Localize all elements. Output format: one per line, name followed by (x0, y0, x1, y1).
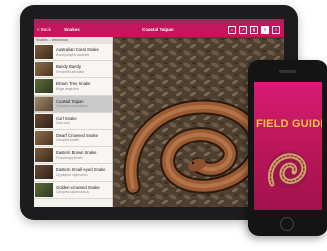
list-item[interactable]: Australian Coral Snake Brachyurophis aus… (34, 44, 112, 62)
phone-speaker (279, 70, 296, 73)
species-scientific-name: Oxyuranus scutellatus (56, 104, 88, 109)
species-name: Eastern Small-eyed Snake (56, 167, 106, 173)
species-list: Snakes – venomous Australian Coral Snake… (34, 37, 113, 207)
list-item[interactable]: Bandy Bandy Vermicella annulata (34, 61, 112, 79)
species-scientific-name: Cacophis squamulosus (56, 190, 89, 194)
species-name: Australian Coral Snake (56, 47, 99, 52)
species-thumbnail (35, 96, 53, 111)
species-scientific-name: Pseudonaja textilis (56, 155, 83, 160)
bookmark-icon[interactable]: ▮ (250, 26, 258, 34)
list-item[interactable]: Dwarf Crowned Snake Cacophis krefftii (34, 129, 112, 148)
species-thumbnail (35, 45, 53, 59)
species-thumbnail (35, 113, 53, 128)
list-icon[interactable]: ≡ (272, 26, 280, 34)
species-name: Curl Snake (56, 115, 77, 121)
species-name: Bandy Bandy (56, 64, 81, 70)
species-name: Golden-crowned Snake (56, 184, 100, 190)
species-thumbnail (35, 130, 53, 145)
tablet-screen: < Back Snakes Coastal Taipan ⌂ ↗ ▮ ⚲ ≡ S… (34, 19, 284, 207)
list-item[interactable]: Curl Snake Suta suta (34, 112, 112, 130)
species-scientific-name: Boiga irregularis (56, 86, 80, 91)
back-button[interactable]: < Back (37, 27, 51, 32)
home-icon[interactable]: ⌂ (228, 26, 236, 34)
species-name: Brown Tree Snake (56, 81, 91, 87)
nav-icon-group: ⌂ ↗ ▮ ⚲ ≡ (228, 26, 280, 34)
list-item[interactable]: Eastern Small-eyed Snake Cryptophis nigr… (34, 164, 112, 182)
species-name: Eastern Brown Snake (56, 150, 97, 156)
species-name: Dwarf Crowned Snake (56, 132, 98, 138)
list-title: Snakes (64, 27, 80, 32)
species-thumbnail (35, 148, 53, 163)
phone-device: FIELD GUIDE (248, 60, 327, 236)
species-thumbnail (35, 79, 53, 94)
list-section-header: Snakes – venomous (34, 37, 112, 44)
app-cover-title: FIELD GUIDE (256, 118, 322, 130)
species-scientific-name: Vermicella annulata (56, 69, 84, 74)
species-thumbnail (35, 62, 53, 77)
home-button[interactable] (280, 217, 294, 231)
list-item-selected[interactable]: Coastal Taipan Oxyuranus scutellatus (34, 95, 112, 113)
list-item[interactable]: Brown Tree Snake Boiga irregularis (34, 78, 112, 96)
cover-snake-image (268, 151, 308, 189)
phone-screen: FIELD GUIDE (254, 82, 322, 210)
search-icon[interactable]: ⚲ (261, 26, 269, 34)
species-scientific-name: Brachyurophis australis (56, 52, 90, 57)
list-item[interactable]: Eastern Brown Snake Pseudonaja textilis (34, 147, 112, 165)
nav-bar: < Back Snakes Coastal Taipan ⌂ ↗ ▮ ⚲ ≡ (34, 23, 284, 37)
species-scientific-name: Cryptophis nigrescens (56, 172, 88, 177)
species-scientific-name: Cacophis krefftii (56, 138, 79, 143)
species-thumbnail (35, 182, 53, 197)
list-item[interactable]: Golden-crowned Snake Cacophis squamulosu… (34, 181, 112, 199)
species-scientific-name: Suta suta (56, 121, 70, 126)
share-icon[interactable]: ↗ (239, 26, 247, 34)
species-name: Coastal Taipan (56, 98, 84, 104)
species-thumbnail (35, 165, 53, 180)
page-title: Coastal Taipan (142, 27, 174, 32)
